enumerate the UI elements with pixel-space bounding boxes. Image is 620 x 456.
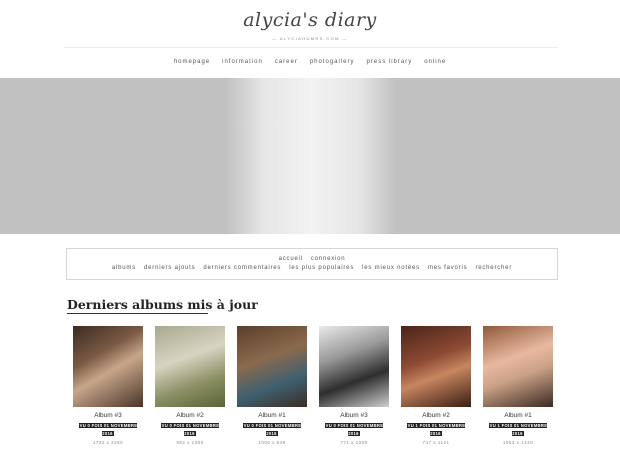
album-dimensions: 1063 x 1440 — [502, 440, 534, 445]
subnav-accueil[interactable]: accueil — [279, 256, 303, 262]
album-thumbnail[interactable] — [73, 326, 143, 407]
nav-online[interactable]: online — [424, 59, 446, 65]
album-name[interactable]: Album #2 — [401, 412, 471, 419]
subnav-derniers-ajouts[interactable]: derniers ajouts — [144, 265, 195, 271]
album-card[interactable]: Album #3 VU 0 FOIS 01 NOVEMBRE 2016 771 … — [319, 326, 389, 445]
nav-press-library[interactable]: press library — [367, 59, 413, 65]
header-banner — [0, 78, 620, 234]
album-dimensions: 771 x 1000 — [340, 440, 368, 445]
album-views: VU 0 FOIS 01 NOVEMBRE 2016 — [242, 423, 302, 436]
album-dimensions: 1732 x 2250 — [92, 440, 124, 445]
site-tagline: — ALYCIAHUMRS.COM — — [272, 36, 348, 41]
album-name[interactable]: Album #1 — [483, 412, 553, 419]
gallery-subnav: accueil connexion albums derniers ajouts… — [66, 248, 558, 280]
album-views: VU 0 FOIS 01 NOVEMBRE 2016 — [78, 423, 138, 436]
album-thumbnail[interactable] — [155, 326, 225, 407]
subnav-mes-favoris[interactable]: mes favoris — [428, 265, 467, 271]
banner-portrait-image — [226, 78, 396, 234]
album-name[interactable]: Album #3 — [319, 412, 389, 419]
subnav-mieux-notees[interactable]: les mieux notées — [362, 265, 420, 271]
album-card[interactable]: Album #1 VU 1 FOIS 01 NOVEMBRE 2016 1063… — [483, 326, 553, 445]
album-thumbnail[interactable] — [401, 326, 471, 407]
nav-information[interactable]: information — [222, 59, 263, 65]
album-views: VU 0 FOIS 01 NOVEMBRE 2016 — [324, 423, 384, 436]
main-nav: homepage information career photogallery… — [0, 59, 620, 65]
album-dimensions: 747 x 1121 — [422, 440, 450, 445]
nav-photogallery[interactable]: photogallery — [310, 59, 355, 65]
album-views: VU 1 FOIS 01 NOVEMBRE 2016 — [406, 423, 466, 436]
album-name[interactable]: Album #1 — [237, 412, 307, 419]
album-dimensions: 1006 x 849 — [258, 440, 286, 445]
album-views: VU 1 FOIS 01 NOVEMBRE 2016 — [488, 423, 548, 436]
album-views: VU 0 FOIS 01 NOVEMBRE 2016 — [160, 423, 220, 436]
subnav-connexion[interactable]: connexion — [311, 256, 346, 262]
site-logo[interactable]: alycia's diary — [0, 9, 620, 31]
album-card[interactable]: Album #2 VU 0 FOIS 01 NOVEMBRE 2016 982 … — [155, 326, 225, 445]
nav-homepage[interactable]: homepage — [174, 59, 210, 65]
album-thumbnail[interactable] — [319, 326, 389, 407]
album-name[interactable]: Album #2 — [155, 412, 225, 419]
header-divider — [64, 47, 558, 48]
album-name[interactable]: Album #3 — [73, 412, 143, 419]
album-card[interactable]: Album #2 VU 1 FOIS 01 NOVEMBRE 2016 747 … — [401, 326, 471, 445]
album-thumbnail[interactable] — [237, 326, 307, 407]
album-dimensions: 982 x 1300 — [176, 440, 204, 445]
nav-career[interactable]: career — [275, 59, 298, 65]
subnav-plus-populaires[interactable]: les plus populaires — [289, 265, 354, 271]
subnav-rechercher[interactable]: rechercher — [475, 265, 512, 271]
section-title-underline — [67, 313, 208, 314]
album-card[interactable]: Album #3 VU 0 FOIS 01 NOVEMBRE 2016 1732… — [73, 326, 143, 445]
album-thumbnail[interactable] — [483, 326, 553, 407]
section-title: Derniers albums mis à jour — [67, 297, 258, 312]
album-card[interactable]: Album #1 VU 0 FOIS 01 NOVEMBRE 2016 1006… — [237, 326, 307, 445]
subnav-derniers-commentaires[interactable]: derniers commentaires — [203, 265, 281, 271]
subnav-albums[interactable]: albums — [112, 265, 136, 271]
